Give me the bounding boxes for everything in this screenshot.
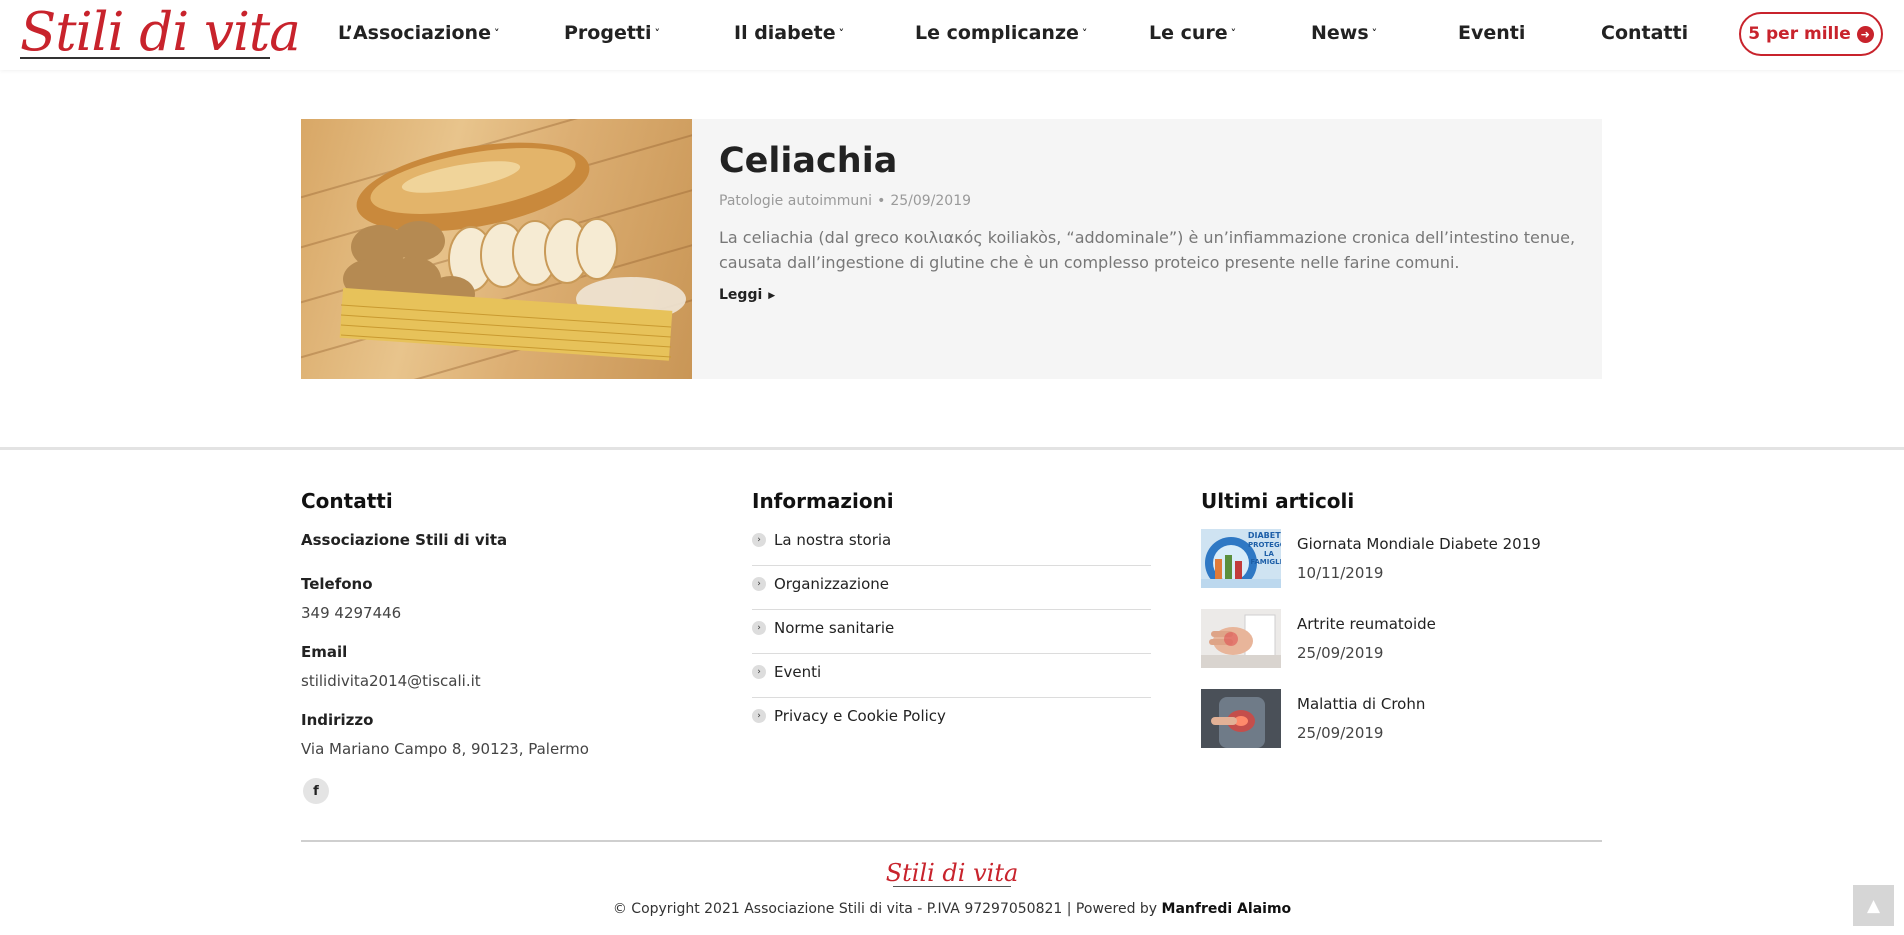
chevron-right-icon: › (752, 621, 766, 635)
nav-item-associazione[interactable]: L’Associazione ˅ (338, 22, 499, 44)
address-value: Via Mariano Campo 8, 90123, Palermo (301, 740, 589, 758)
site-header: Stili di vita L’Associazione ˅ Progetti ˅ … (0, 0, 1904, 70)
scroll-to-top-button[interactable]: ▲ (1853, 885, 1894, 926)
post-thumbnail[interactable]: DIABETE PROTEGGI LA FAMIGLIA (1201, 529, 1281, 588)
info-links: › La nostra storia › Organizzazione › Norme… (752, 522, 1151, 742)
chevron-right-icon: › (752, 665, 766, 679)
thumb-text-1: DIABETE (1248, 531, 1281, 540)
email-label: Email (301, 643, 348, 661)
footer-logo[interactable]: Stili di vita (0, 858, 1904, 888)
latest-title: Ultimi articoli (1201, 489, 1355, 513)
info-link-norme[interactable]: › Norme sanitarie (752, 610, 1151, 654)
article-date[interactable]: 25/09/2019 (890, 193, 971, 209)
info-link-organizzazione[interactable]: › Organizzazione (752, 566, 1151, 610)
info-link-eventi[interactable]: › Eventi (752, 654, 1151, 698)
crohn-image (1201, 689, 1281, 748)
post-thumbnail[interactable] (1201, 609, 1281, 668)
info-link-storia[interactable]: › La nostra storia (752, 522, 1151, 566)
footer-divider (0, 447, 1904, 450)
chevron-down-icon: ˅ (1081, 27, 1088, 40)
caret-right-icon: ▶ (768, 291, 776, 301)
email-value[interactable]: stilidivita2014@tiscali.it (301, 672, 481, 690)
address-label: Indirizzo (301, 711, 374, 729)
nav-item-news[interactable]: News ˅ (1311, 22, 1377, 44)
chevron-down-icon: ˅ (493, 27, 500, 40)
info-title: Informazioni (752, 489, 894, 513)
contacts-title: Contatti (301, 489, 393, 513)
cinque-per-mille-button[interactable]: 5 per mille ➜ (1739, 12, 1883, 56)
post-date: 25/09/2019 (1297, 724, 1384, 742)
latest-post[interactable]: DIABETE PROTEGGI LA FAMIGLIA Giornata Mo… (1201, 529, 1601, 589)
chevron-right-icon: › (752, 709, 766, 723)
chevron-down-icon: ˅ (654, 27, 661, 40)
cta-label: 5 per mille (1748, 24, 1851, 44)
facebook-icon[interactable]: f (303, 778, 329, 804)
footer-logo-underline (893, 886, 1011, 887)
thumb-text-2: PROTEGGI (1248, 541, 1281, 549)
powered-by-link[interactable]: Manfredi Alaimo (1162, 901, 1292, 917)
nav-item-contatti[interactable]: Contatti (1601, 22, 1688, 44)
post-thumbnail[interactable] (1201, 689, 1281, 748)
latest-post[interactable]: Artrite reumatoide 25/09/2019 (1201, 609, 1601, 669)
nav-item-complicanze[interactable]: Le complicanze ˅ (915, 22, 1087, 44)
article-meta: Patologie autoimmuni • 25/09/2019 (719, 193, 972, 209)
nav-item-diabete[interactable]: Il diabete ˅ (734, 22, 844, 44)
article-title[interactable]: Celiachia (719, 139, 1579, 183)
nav-item-cure[interactable]: Le cure ˅ (1149, 22, 1236, 44)
article-card: Celiachia Patologie autoimmuni • 25/09/201… (301, 119, 1602, 379)
chevron-right-icon: › (752, 533, 766, 547)
chevron-right-icon: › (752, 577, 766, 591)
arthritis-image (1201, 609, 1281, 668)
nav-item-progetti[interactable]: Progetti ˅ (564, 22, 660, 44)
post-date: 10/11/2019 (1297, 564, 1384, 582)
org-name: Associazione Stili di vita (301, 531, 508, 549)
article-thumbnail[interactable] (301, 119, 692, 379)
logo-underline (20, 57, 270, 59)
post-title[interactable]: Giornata Mondiale Diabete 2019 (1297, 535, 1541, 553)
chevron-down-icon: ˅ (838, 27, 845, 40)
read-more-link[interactable]: Leggi ▶ (719, 287, 775, 303)
copyright: © Copyright 2021 Associazione Stili di v… (0, 901, 1904, 917)
circle-arrow-right-icon: ➜ (1856, 25, 1874, 43)
post-title[interactable]: Malattia di Crohn (1297, 695, 1425, 713)
footer-bottom-rule (301, 840, 1602, 842)
article-body: Celiachia Patologie autoimmuni • 25/09/201… (719, 139, 1579, 303)
article-excerpt: La celiachia (dal greco κοιλιακός koilia… (719, 228, 1576, 272)
latest-post[interactable]: Malattia di Crohn 25/09/2019 (1201, 689, 1601, 749)
thumb-text-3: LA (1264, 550, 1274, 558)
arrow-up-icon: ▲ (1866, 895, 1881, 916)
nav-item-eventi[interactable]: Eventi (1458, 22, 1525, 44)
site-logo[interactable]: Stili di vita (20, 2, 301, 64)
copyright-text: © Copyright 2021 Associazione Stili di v… (612, 901, 1162, 917)
article-category[interactable]: Patologie autoimmuni (719, 193, 872, 209)
diabetes-day-image: DIABETE PROTEGGI LA FAMIGLIA (1201, 529, 1281, 588)
chevron-down-icon: ˅ (1371, 27, 1378, 40)
bread-pasta-illustration (339, 142, 686, 361)
read-more-label: Leggi (719, 287, 763, 303)
phone-value: 349 4297446 (301, 604, 402, 622)
thumb-text-4: FAMIGLIA (1250, 558, 1281, 566)
post-title[interactable]: Artrite reumatoide (1297, 615, 1436, 633)
info-link-privacy[interactable]: › Privacy e Cookie Policy (752, 698, 1151, 742)
chevron-down-icon: ˅ (1230, 27, 1237, 40)
post-date: 25/09/2019 (1297, 644, 1384, 662)
phone-label: Telefono (301, 575, 373, 593)
